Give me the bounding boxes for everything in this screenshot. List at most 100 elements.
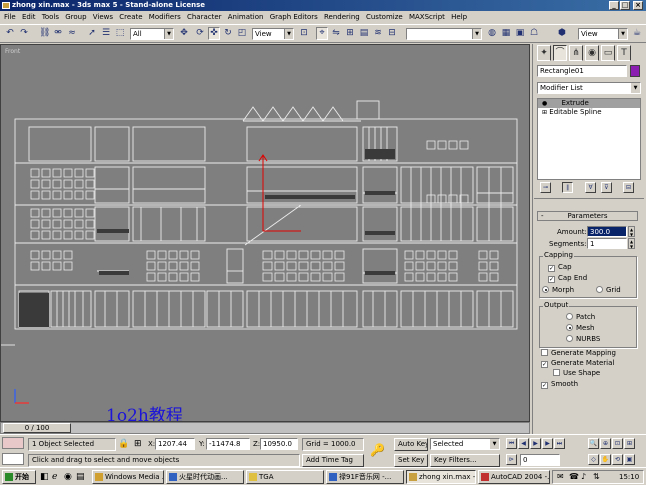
start-button[interactable]: 开始 (2, 470, 36, 484)
unlink-icon[interactable]: ⚮ (52, 27, 64, 40)
zoom-icon[interactable]: 🔍 (588, 438, 599, 449)
menu-help[interactable]: Help (451, 13, 467, 21)
amount-spinner[interactable]: ▲ ▼ (628, 226, 635, 237)
absolute-mode-icon[interactable]: ⊞ (134, 439, 142, 449)
x-coordinate-field[interactable]: 1207.44 (155, 438, 195, 450)
align-icon[interactable]: ⊞ (344, 27, 356, 40)
arc-rotate-icon[interactable]: ⟲ (612, 454, 623, 465)
named-selection-dropdown[interactable]: ▼ (406, 28, 482, 40)
hierarchy-tab-icon[interactable]: ⋔ (569, 45, 583, 61)
utilities-tab-icon[interactable]: T (617, 45, 631, 61)
render-last-icon[interactable]: ⬢ (556, 27, 568, 40)
mirror-icon[interactable]: ⇋ (330, 27, 342, 40)
next-frame-icon[interactable]: ▶ (542, 438, 553, 449)
motion-tab-icon[interactable]: ◉ (585, 45, 599, 61)
close-button[interactable]: × (633, 1, 643, 10)
menu-rendering[interactable]: Rendering (324, 13, 360, 21)
volume-icon[interactable]: ♪ (581, 472, 586, 481)
region-select-icon[interactable]: ⬚ (114, 27, 126, 40)
reference-coordinate-dropdown[interactable]: View ▼ (252, 28, 294, 40)
task-huoxing[interactable]: 火星时代动画... (166, 470, 244, 484)
menu-character[interactable]: Character (187, 13, 222, 21)
select-and-rotate-icon[interactable]: ⟳ (194, 27, 206, 40)
go-to-start-icon[interactable]: ⏮ (506, 438, 517, 449)
menu-file[interactable]: File (4, 13, 16, 21)
media-icon[interactable]: ◉ (64, 472, 72, 482)
explorer-icon[interactable]: ▤ (76, 472, 85, 482)
front-viewport[interactable]: Front 1o2h教程 (0, 44, 530, 422)
desktop-icon[interactable]: ◧ (40, 472, 49, 482)
remove-modifier-icon[interactable]: ⊽ (601, 182, 612, 193)
pivot-center-icon[interactable]: ⊡ (298, 27, 310, 40)
z-coordinate-field[interactable]: 10950.0 (260, 438, 298, 450)
smooth-checkbox[interactable]: ✓ Smooth (541, 380, 578, 389)
field-of-view-icon[interactable]: ◇ (588, 454, 599, 465)
add-time-tag-button[interactable]: Add Time Tag (302, 454, 364, 467)
time-slider-knob[interactable]: 0 / 100 (3, 423, 71, 433)
menu-modifiers[interactable]: Modifiers (149, 13, 181, 21)
parameters-rollout-header[interactable]: - Parameters (537, 211, 638, 221)
select-and-scale-icon[interactable]: ◰ (236, 27, 248, 40)
menu-tools[interactable]: Tools (42, 13, 59, 21)
generate-material-checkbox[interactable]: ✓ Generate Material (541, 359, 614, 368)
key-mode-toggle-icon[interactable]: ⊳ (506, 454, 517, 465)
patch-radio[interactable]: Patch (566, 313, 595, 321)
segments-spinner[interactable]: ▲ ▼ (628, 238, 635, 249)
amount-input[interactable]: 300.0 (587, 226, 627, 237)
max-script-listener-mini[interactable] (2, 437, 24, 449)
menu-views[interactable]: Views (93, 13, 113, 21)
render-type-icon[interactable]: ☖ (528, 27, 540, 40)
menu-graph-editors[interactable]: Graph Editors (270, 13, 318, 21)
menu-animation[interactable]: Animation (228, 13, 264, 21)
maximize-button[interactable]: □ (620, 1, 630, 10)
task-3dsmax[interactable]: zhong xin.max -... (406, 470, 476, 484)
stack-item-extrude[interactable]: ● Extrude (538, 99, 640, 108)
undo-icon[interactable]: ↶ (4, 27, 16, 40)
use-shape-checkbox[interactable]: Use Shape (553, 369, 600, 377)
layer-manager-icon[interactable]: ▤ (358, 27, 370, 40)
object-name-field[interactable]: Rectangle01 (537, 65, 627, 77)
select-and-move-active-icon[interactable]: ✜ (208, 27, 220, 40)
network-icon[interactable]: ⇅ (593, 472, 600, 481)
select-by-name-icon[interactable]: ☰ (100, 27, 112, 40)
pin-stack-icon[interactable]: ⊸ (540, 182, 551, 193)
quick-render-teapot-icon[interactable]: ☕ (631, 27, 643, 40)
quick-render-icon[interactable]: ▣ (514, 27, 526, 40)
display-tab-icon[interactable]: ▭ (601, 45, 615, 61)
stack-item-editable-spline[interactable]: ⊞ Editable Spline (538, 108, 640, 117)
modifier-list-dropdown[interactable]: Modifier List ▼ (537, 82, 641, 94)
max-script-input-mini[interactable] (2, 453, 24, 465)
y-coordinate-field[interactable]: -11474.8 (206, 438, 250, 450)
mesh-radio[interactable]: Mesh (566, 324, 594, 332)
link-icon[interactable]: ⛓ (38, 27, 50, 40)
play-icon[interactable]: ▶ (530, 438, 541, 449)
select-and-rotate-tool-icon[interactable]: ↻ (222, 27, 234, 40)
set-key-button[interactable]: Set Key (394, 454, 428, 467)
generate-mapping-checkbox[interactable]: Generate Mapping (541, 349, 616, 357)
menu-edit[interactable]: Edit (22, 13, 36, 21)
schematic-view-icon[interactable]: ⊟ (386, 27, 398, 40)
menu-group[interactable]: Group (65, 13, 86, 21)
bind-space-warp-icon[interactable]: ≈ (66, 27, 78, 40)
selection-filter-dropdown[interactable]: All ▼ (130, 28, 174, 40)
previous-frame-icon[interactable]: ◀ (518, 438, 529, 449)
select-icon[interactable]: ➚ (86, 27, 98, 40)
xy-constraint-icon[interactable]: ⌖ (316, 27, 328, 40)
key-mode-dropdown[interactable]: Selected ▼ (430, 438, 500, 450)
material-editor-icon[interactable]: ◍ (486, 27, 498, 40)
cap-end-checkbox[interactable]: ✓ Cap End (548, 274, 587, 283)
lock-icon[interactable]: 🔒 (118, 439, 129, 449)
tray-icon[interactable]: ✉ (557, 472, 564, 481)
menu-create[interactable]: Create (119, 13, 142, 21)
cap-start-checkbox[interactable]: ✓ Cap (548, 263, 572, 272)
maximize-viewport-icon[interactable]: ▣ (624, 454, 635, 465)
show-end-result-icon[interactable]: ∥ (562, 182, 573, 193)
make-unique-icon[interactable]: ∀ (585, 182, 596, 193)
tray-icon[interactable]: ☎ (569, 472, 579, 481)
render-scene-icon[interactable]: ▦ (500, 27, 512, 40)
pan-icon[interactable]: ✋ (600, 454, 611, 465)
zoom-extents-icon[interactable]: ⊡ (612, 438, 623, 449)
current-frame-field[interactable]: 0 (520, 454, 560, 466)
auto-key-button[interactable]: Auto Key (394, 438, 428, 451)
object-color-swatch[interactable] (630, 65, 640, 77)
